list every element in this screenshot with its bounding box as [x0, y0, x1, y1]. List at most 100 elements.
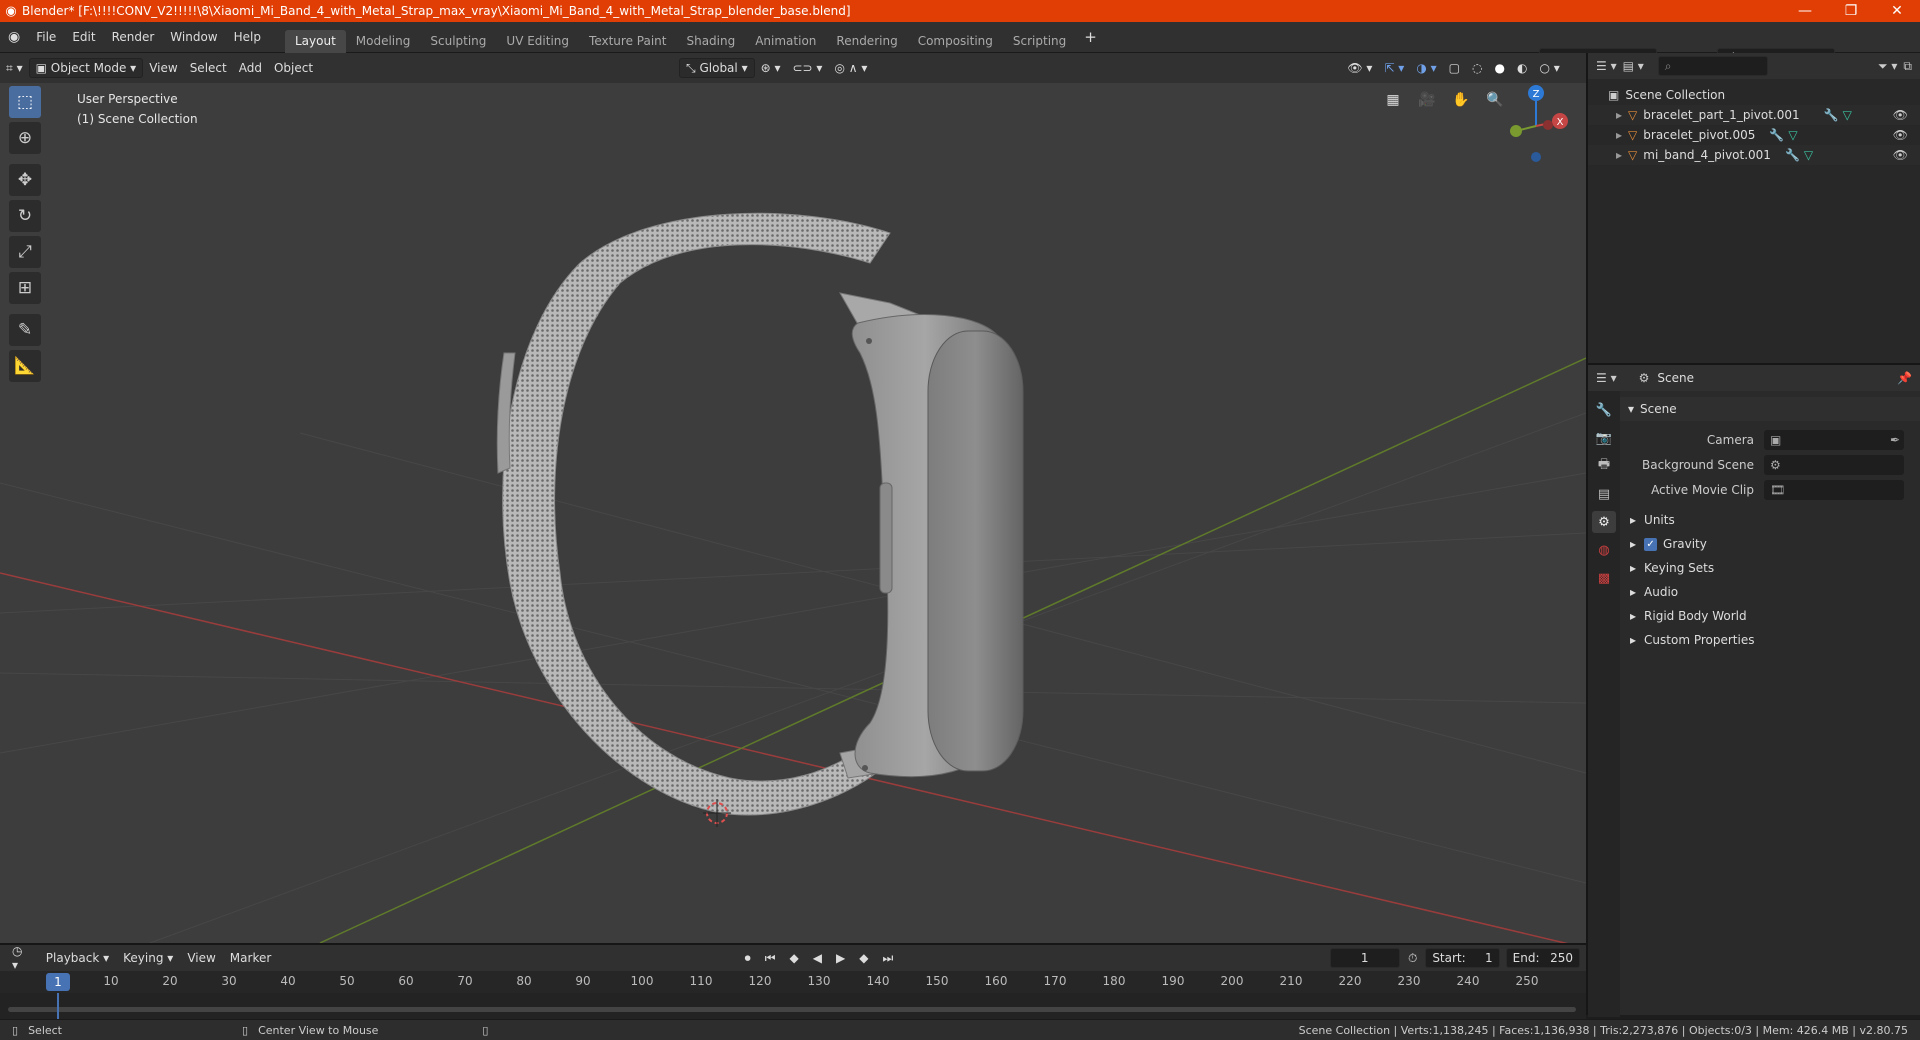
menu-keying[interactable]: Keying ▾ — [117, 948, 179, 968]
play-icon[interactable]: ▶ — [830, 948, 851, 968]
mesh-data-icon[interactable]: ▽ — [1788, 128, 1797, 142]
world-tab-icon[interactable]: ◍ — [1592, 539, 1616, 561]
mesh-data-icon[interactable]: ▽ — [1843, 108, 1852, 122]
material-shading-icon[interactable]: ◐ — [1511, 58, 1533, 78]
move-icon[interactable]: ✥ — [9, 164, 41, 196]
3d-viewport[interactable]: Z X ⌗ ▾ ▣ Object Mode ▾ View Select Add … — [0, 53, 1586, 943]
eyedropper-icon[interactable]: ✒ — [1890, 433, 1900, 447]
solid-shading-icon[interactable]: ● — [1488, 58, 1510, 78]
tab-texture-paint[interactable]: Texture Paint — [579, 30, 676, 53]
timeline-scrollbar[interactable] — [8, 1007, 1576, 1012]
gravity-panel-header[interactable]: ▸ ✓ Gravity — [1620, 532, 1920, 556]
navigation-gizmo[interactable]: Z X — [1510, 85, 1568, 162]
preview-range-icon[interactable]: ⏱ — [1402, 948, 1423, 968]
background-scene-field[interactable]: ⚙ — [1764, 454, 1904, 475]
active-movie-clip-field[interactable]: 🎞 — [1764, 479, 1904, 500]
visibility-eye-icon[interactable]: 👁 — [1893, 148, 1908, 162]
tab-compositing[interactable]: Compositing — [908, 30, 1003, 53]
tab-shading[interactable]: Shading — [676, 30, 745, 53]
menu-window[interactable]: Window — [162, 22, 225, 53]
tab-modeling[interactable]: Modeling — [346, 30, 421, 53]
menu-edit[interactable]: Edit — [64, 22, 103, 53]
scene-tab-icon[interactable]: ⚙ — [1592, 511, 1616, 533]
editor-type-icon[interactable]: ⌗ ▾ — [0, 58, 29, 78]
playhead-line[interactable] — [57, 993, 59, 1021]
audio-panel-header[interactable]: ▸ Audio — [1620, 580, 1920, 604]
view-layer-tab-icon[interactable]: ▤ — [1592, 483, 1616, 505]
add-workspace-button[interactable]: + — [1076, 22, 1105, 53]
modifier-wrench-icon[interactable]: 🔧 — [1824, 108, 1839, 122]
snap-icon[interactable]: ⊂⊃ ▾ — [787, 58, 829, 78]
visibility-eye-icon[interactable]: 👁 — [1893, 128, 1908, 142]
menu-add[interactable]: Add — [233, 58, 268, 78]
restore-button[interactable]: ❐ — [1828, 0, 1874, 22]
expand-arrow-icon[interactable]: ▸ — [1616, 108, 1622, 122]
tab-animation[interactable]: Animation — [745, 30, 826, 53]
end-frame-field[interactable]: End: 250 — [1505, 948, 1580, 968]
play-reverse-icon[interactable]: ◀ — [807, 948, 828, 968]
menu-object[interactable]: Object — [268, 58, 319, 78]
modifier-wrench-icon[interactable]: 🔧 — [1769, 128, 1784, 142]
blender-menu-icon[interactable]: ◉ — [0, 22, 28, 53]
jump-end-icon[interactable]: ⏭ — [876, 948, 899, 968]
keying-sets-panel-header[interactable]: ▸ Keying Sets — [1620, 556, 1920, 580]
visibility-eye-icon[interactable]: 👁 — [1893, 108, 1908, 122]
expand-arrow-icon[interactable]: ▸ — [1616, 128, 1622, 142]
transform-icon[interactable]: ⊞ — [9, 272, 41, 304]
measure-icon[interactable]: 📐 — [9, 350, 41, 382]
mesh-data-icon[interactable]: ▽ — [1804, 148, 1813, 162]
outliner-editor-icon[interactable]: ☰ ▾ — [1596, 59, 1617, 73]
orientation-dropdown[interactable]: ⤡ Global ▾ — [679, 58, 755, 78]
menu-help[interactable]: Help — [226, 22, 269, 53]
rendered-shading-icon[interactable]: ○ ▾ — [1533, 58, 1565, 78]
tab-scripting[interactable]: Scripting — [1003, 30, 1076, 53]
jump-start-icon[interactable]: ⏮ — [759, 948, 782, 968]
scene-section-header[interactable]: ▾ Scene — [1620, 397, 1920, 421]
prev-keyframe-icon[interactable]: ◆ — [784, 948, 805, 968]
record-icon[interactable]: ⏺ — [739, 948, 757, 968]
current-frame-field[interactable]: 1 — [1329, 948, 1400, 968]
texture-tab-icon[interactable]: ▩ — [1592, 567, 1616, 589]
rotate-icon[interactable]: ↻ — [9, 200, 41, 232]
close-button[interactable]: ✕ — [1874, 0, 1920, 22]
next-keyframe-icon[interactable]: ◆ — [853, 948, 874, 968]
expand-arrow-icon[interactable]: ▸ — [1616, 148, 1622, 162]
custom-properties-panel-header[interactable]: ▸ Custom Properties — [1620, 628, 1920, 652]
properties-editor-icon[interactable]: ☰ ▾ — [1596, 371, 1617, 385]
timeline-body[interactable] — [0, 993, 1586, 1021]
outliner-row-scene-collection[interactable]: ▣ Scene Collection — [1588, 85, 1920, 105]
tab-sculpting[interactable]: Sculpting — [420, 30, 496, 53]
frame-ruler[interactable]: 1 10 20 30 40 50 60 70 80 90 100 110 120 130 140 150 16… — [0, 971, 1586, 993]
modifier-wrench-icon[interactable]: 🔧 — [1785, 148, 1800, 162]
menu-select[interactable]: Select — [184, 58, 233, 78]
proportional-edit-icon[interactable]: ◎ ∧ ▾ — [828, 58, 873, 78]
menu-file[interactable]: File — [28, 22, 64, 53]
render-tab-icon[interactable]: 📷 — [1592, 427, 1616, 449]
outliner-row-object[interactable]: ▸ ▽ bracelet_part_1_pivot.001 🔧 ▽ 👁 — [1588, 105, 1920, 125]
tool-tab-icon[interactable]: 🔧 — [1592, 399, 1616, 421]
gizmo-neg-z-axis[interactable] — [1531, 152, 1541, 162]
minimize-button[interactable]: — — [1782, 0, 1828, 22]
overlays-icon[interactable]: ◑ ▾ — [1410, 58, 1442, 78]
menu-marker[interactable]: Marker — [224, 948, 277, 968]
start-frame-field[interactable]: Start: 1 — [1425, 948, 1500, 968]
rigid-body-world-panel-header[interactable]: ▸ Rigid Body World — [1620, 604, 1920, 628]
camera-field[interactable]: ▣ ✒ — [1764, 429, 1904, 450]
menu-playback[interactable]: Playback ▾ — [40, 948, 115, 968]
select-box-icon[interactable]: ⬚ — [9, 86, 41, 118]
tab-layout[interactable]: Layout — [284, 29, 346, 53]
filter-icon[interactable]: ⏷ ▾ — [1878, 59, 1897, 74]
toggle-perspective-icon[interactable]: ▦ — [1380, 87, 1406, 113]
annotate-icon[interactable]: ✎ — [9, 314, 41, 346]
current-frame-indicator[interactable]: 1 — [46, 973, 70, 991]
pan-hand-icon[interactable]: ✋ — [1448, 87, 1474, 113]
output-tab-icon[interactable]: 🖶 — [1592, 455, 1616, 477]
outliner-row-object[interactable]: ▸ ▽ bracelet_pivot.005 🔧 ▽ 👁 — [1588, 125, 1920, 145]
mode-dropdown[interactable]: ▣ Object Mode ▾ — [28, 58, 144, 78]
xray-icon[interactable]: ▢ — [1443, 58, 1466, 78]
menu-view[interactable]: View — [143, 58, 183, 78]
pin-icon[interactable]: 📌 — [1897, 371, 1912, 385]
units-panel-header[interactable]: ▸ Units — [1620, 508, 1920, 532]
outliner-search-input[interactable]: ⌕ — [1657, 56, 1768, 76]
tab-rendering[interactable]: Rendering — [826, 30, 907, 53]
